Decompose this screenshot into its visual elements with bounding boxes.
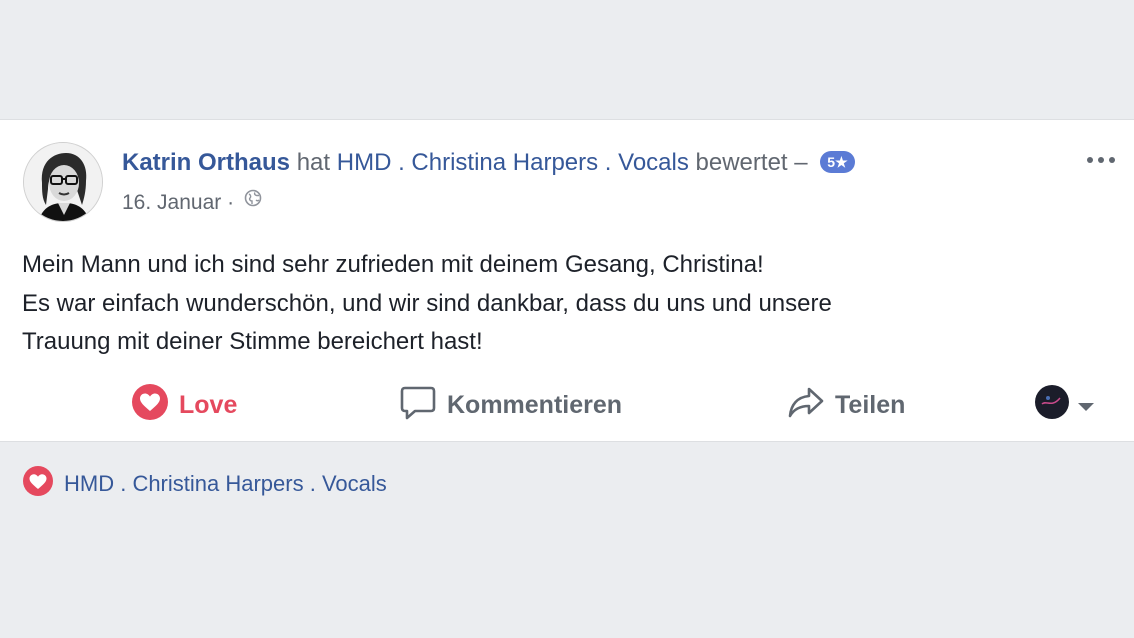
more-dots-icon[interactable]: [1085, 150, 1117, 170]
author-name-link[interactable]: Katrin Orthaus: [122, 149, 290, 176]
heart-icon: [22, 465, 54, 503]
review-post-card: Katrin Orthaus hat HMD . Christina Harpe…: [0, 119, 1134, 442]
post-headline: Katrin Orthaus hat HMD . Christina Harpe…: [122, 148, 855, 178]
avatar-image: [24, 143, 102, 221]
author-avatar[interactable]: [23, 142, 103, 222]
page-name-link[interactable]: HMD . Christina Harpers . Vocals: [337, 149, 689, 176]
comment-bubble-icon: [399, 383, 437, 428]
headline-action: bewertet –: [695, 149, 808, 176]
share-arrow-icon: [787, 383, 825, 428]
headline-verb: hat: [296, 149, 331, 176]
love-button[interactable]: Love: [131, 380, 237, 430]
action-bar: Love Kommentieren Teilen: [0, 380, 1134, 430]
chevron-down-icon: [1076, 391, 1096, 420]
globe-icon[interactable]: [244, 188, 262, 214]
post-meta: 16. Januar ·: [122, 190, 262, 216]
reactions-summary[interactable]: HMD . Christina Harpers . Vocals: [22, 465, 387, 503]
page-avatar-icon: [1034, 384, 1070, 427]
post-text: Mein Mann und ich sind sehr zufrieden mi…: [22, 246, 1102, 362]
comment-button[interactable]: Kommentieren: [399, 380, 622, 430]
post-text-line: Es war einfach wunderschön, und wir sind…: [22, 289, 832, 317]
meta-separator: ·: [227, 191, 235, 214]
heart-icon: [131, 383, 169, 428]
comment-label: Kommentieren: [447, 390, 623, 419]
rating-badge: 5★: [820, 150, 855, 173]
post-text-line: Trauung mit deiner Stimme bereichert has…: [22, 328, 483, 355]
post-date-link[interactable]: 16. Januar: [122, 191, 221, 214]
love-label: Love: [179, 390, 238, 419]
reaction-liker-link[interactable]: HMD . Christina Harpers . Vocals: [64, 471, 387, 497]
page-audience-selector[interactable]: [1034, 380, 1096, 430]
share-label: Teilen: [835, 390, 906, 419]
share-button[interactable]: Teilen: [787, 380, 905, 430]
post-text-line: Mein Mann und ich sind sehr zufrieden mi…: [22, 251, 764, 278]
